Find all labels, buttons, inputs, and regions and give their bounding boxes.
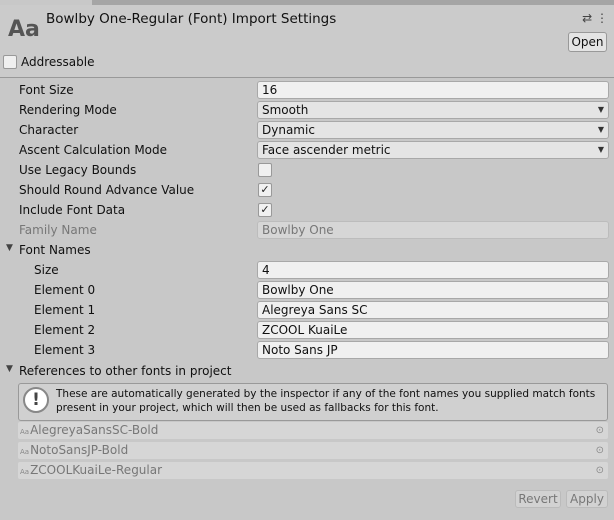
ascent-dropdown[interactable]: Face ascender metric: [257, 141, 609, 159]
rendering-mode-dropdown[interactable]: Smooth: [257, 101, 609, 119]
font-reference-name: AlegreyaSansSC-Bold: [30, 423, 159, 437]
element-input[interactable]: Noto Sans JP: [257, 341, 609, 359]
element-label: Element 2: [34, 323, 96, 337]
element-label: Element 1: [34, 303, 96, 317]
revert-button[interactable]: Revert: [515, 490, 561, 508]
include-font-data-label: Include Font Data: [19, 203, 126, 217]
font-size-label: Font Size: [19, 83, 74, 97]
element-label: Element 0: [34, 283, 96, 297]
ascent-label: Ascent Calculation Mode: [19, 143, 168, 157]
presets-icon[interactable]: ⇄: [582, 11, 592, 25]
size-label: Size: [34, 263, 59, 277]
rendering-mode-label: Rendering Mode: [19, 103, 117, 117]
references-foldout[interactable]: References to other fonts in project: [19, 364, 231, 378]
apply-button[interactable]: Apply: [566, 490, 608, 508]
font-icon: Aa: [20, 428, 30, 436]
page-title: Bowlby One-Regular (Font) Import Setting…: [46, 11, 337, 27]
element-input[interactable]: Bowlby One: [257, 281, 609, 299]
font-size-input[interactable]: 16: [257, 81, 609, 99]
inspector-header: Aa Bowlby One-Regular (Font) Import Sett…: [0, 5, 614, 78]
character-label: Character: [19, 123, 79, 137]
font-icon: Aa: [20, 468, 30, 476]
font-reference-name: ZCOOLKuaiLe-Regular: [30, 463, 163, 477]
family-name-input: Bowlby One: [257, 221, 609, 239]
size-input[interactable]: 4: [257, 261, 609, 279]
addressable-checkbox[interactable]: [3, 55, 17, 69]
warning-icon: !: [23, 387, 49, 413]
legacy-bounds-label: Use Legacy Bounds: [19, 163, 137, 177]
element-input[interactable]: ZCOOL KuaiLe: [257, 321, 609, 339]
character-dropdown[interactable]: Dynamic: [257, 121, 609, 139]
object-picker-icon[interactable]: ⊙: [596, 442, 604, 459]
open-button[interactable]: Open: [568, 32, 607, 52]
more-menu-icon[interactable]: ⋮: [596, 11, 608, 25]
font-reference-field[interactable]: AaAlegreyaSansSC-Bold ⊙: [18, 422, 608, 439]
object-picker-icon[interactable]: ⊙: [596, 462, 604, 479]
font-asset-icon: Aa: [8, 17, 40, 42]
element-label: Element 3: [34, 343, 96, 357]
round-advance-label: Should Round Advance Value: [19, 183, 195, 197]
font-reference-name: NotoSansJP-Bold: [30, 443, 129, 457]
addressable-label: Addressable: [21, 55, 95, 69]
font-reference-field[interactable]: AaZCOOLKuaiLe-Regular ⊙: [18, 462, 608, 479]
font-names-foldout[interactable]: Font Names: [19, 243, 91, 257]
legacy-bounds-checkbox[interactable]: [258, 163, 272, 177]
element-input[interactable]: Alegreya Sans SC: [257, 301, 609, 319]
include-font-data-checkbox[interactable]: ✓: [258, 203, 272, 217]
foldout-arrow-icon[interactable]: ▼: [6, 243, 13, 253]
font-reference-field[interactable]: AaNotoSansJP-Bold ⊙: [18, 442, 608, 459]
font-size-row: Font Size 16: [0, 80, 614, 100]
round-advance-checkbox[interactable]: ✓: [258, 183, 272, 197]
font-icon: Aa: [20, 448, 30, 456]
family-name-label: Family Name: [19, 223, 97, 237]
help-text: These are automatically generated by the…: [56, 388, 596, 414]
foldout-arrow-icon[interactable]: ▼: [6, 364, 13, 374]
help-box: ! These are automatically generated by th…: [18, 383, 608, 421]
object-picker-icon[interactable]: ⊙: [596, 422, 604, 439]
